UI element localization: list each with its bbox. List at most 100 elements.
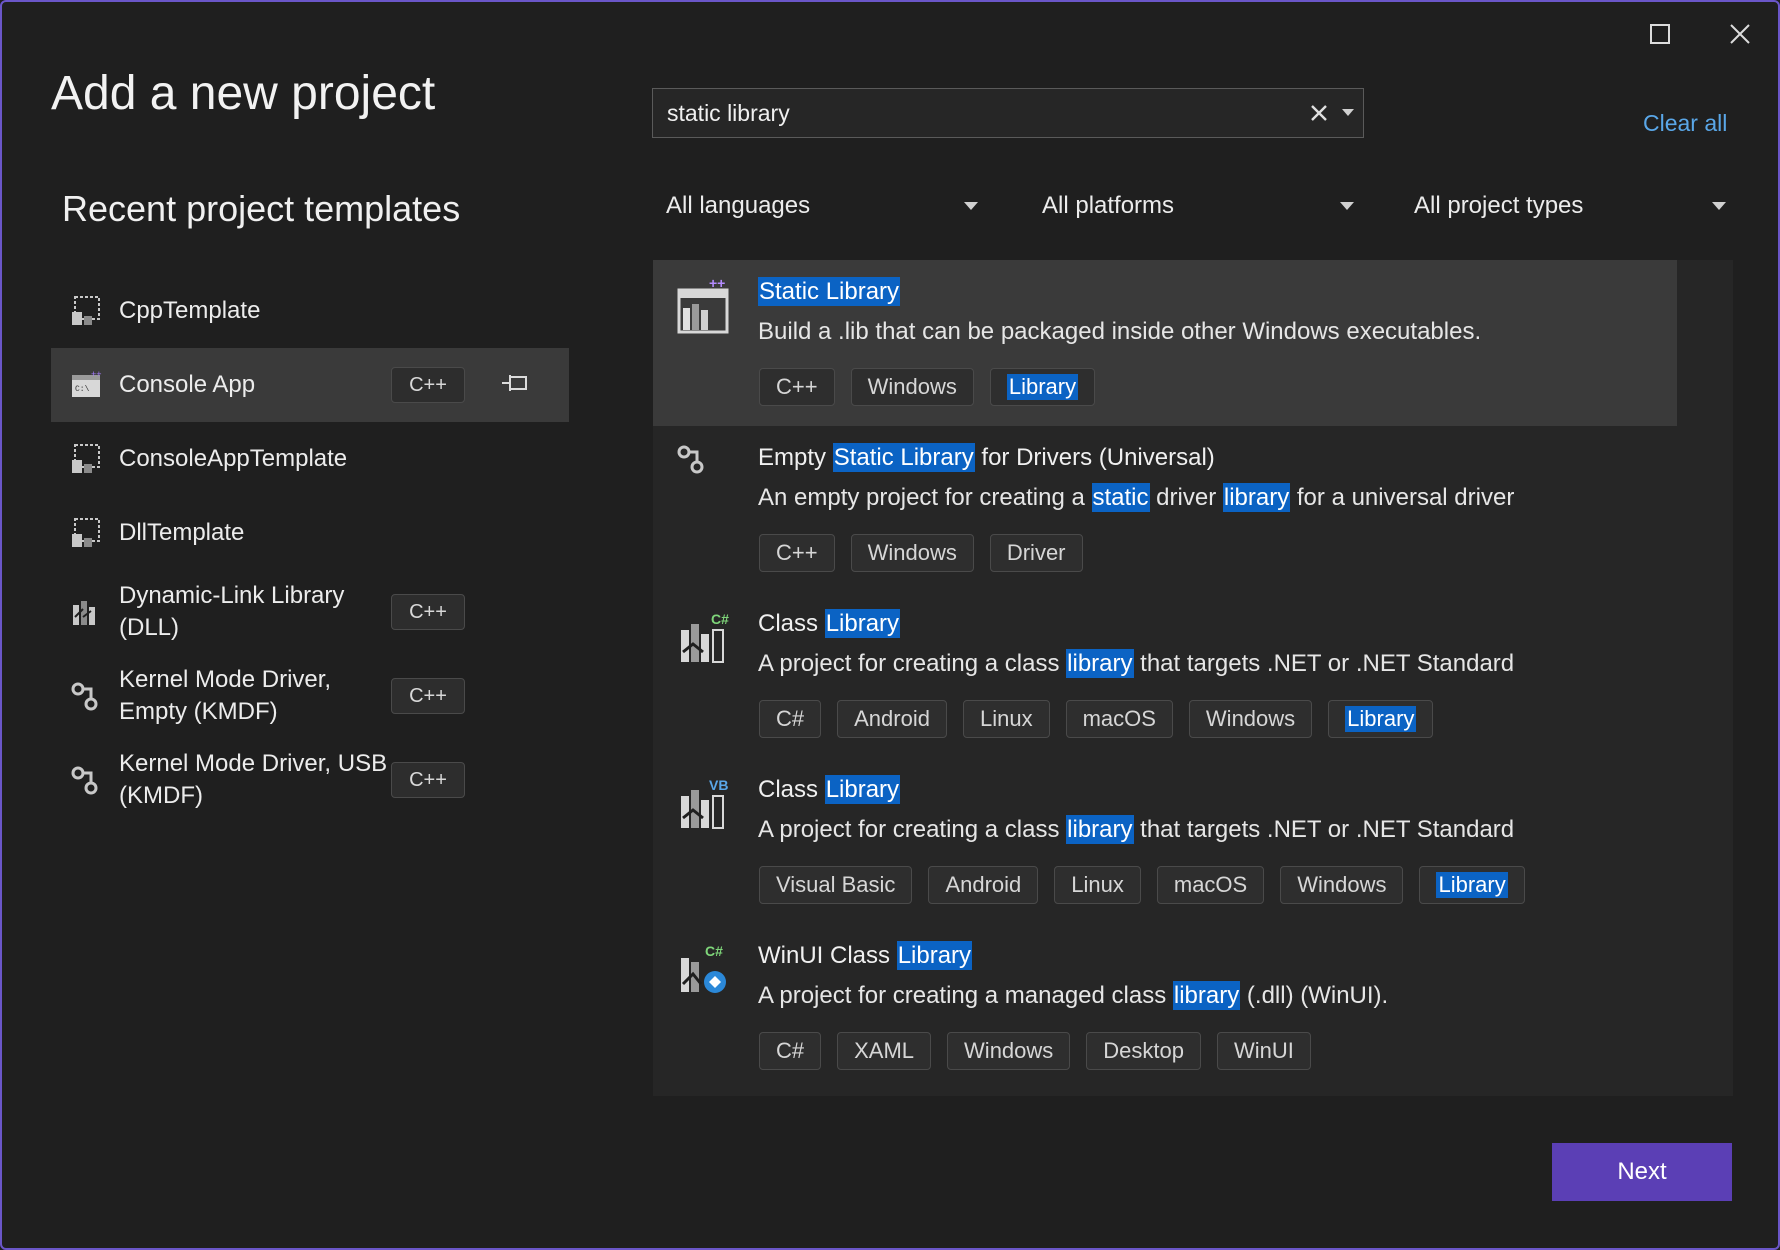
- tag-label: C++: [776, 374, 818, 399]
- driver-icon: [69, 679, 103, 713]
- dialog-window: Add a new project Recent project templat…: [0, 0, 1780, 1250]
- recent-templates-list: CppTemplate C:\ ++ Console App C++ ConsoleApp…: [51, 274, 569, 822]
- title-text: WinUI Class: [758, 942, 897, 969]
- tag-badge: macOS: [1065, 700, 1173, 738]
- tag-label: macOS: [1173, 872, 1248, 897]
- search-history-dropdown[interactable]: [1333, 99, 1363, 127]
- tag-label: Visual Basic: [776, 872, 896, 897]
- tag-badge: Visual Basic: [759, 866, 913, 904]
- template-title: Static Library: [758, 277, 901, 306]
- close-button[interactable]: [1712, 16, 1768, 52]
- tag-badge: Windows: [947, 1032, 1071, 1070]
- svg-text:++: ++: [709, 276, 725, 291]
- svg-text:VB: VB: [709, 777, 728, 793]
- results-scrollbar[interactable]: [1682, 260, 1733, 1096]
- title-text: Class: [758, 776, 825, 803]
- recent-item[interactable]: C:\ ++ Console App C++: [51, 348, 569, 422]
- template-result[interactable]: C# WinUI Class Library A project for creat…: [653, 924, 1677, 1090]
- tag-label: Windows: [964, 1038, 1054, 1063]
- close-icon: [1311, 105, 1327, 121]
- static-library-icon: ++: [675, 275, 735, 340]
- recent-item-label: Console App: [119, 371, 256, 398]
- template-tags: C# XAML Windows Desktop WinUI: [759, 1032, 1311, 1070]
- template-result[interactable]: ++ Static Library Build a .lib that can be…: [653, 260, 1677, 426]
- recent-item-label: Kernel Mode Driver, Empty (KMDF): [119, 666, 332, 725]
- search-box[interactable]: [652, 88, 1364, 138]
- vb-class-library-icon: VB: [675, 774, 735, 838]
- template-result[interactable]: VB Class Library A project for creating a …: [653, 758, 1677, 924]
- template-icon: [69, 294, 103, 328]
- tag-label: Android: [945, 872, 1022, 897]
- template-tags: C++ Windows Library: [759, 368, 1096, 406]
- recent-item[interactable]: DllTemplate: [51, 496, 549, 570]
- description-text: A project for creating a managed class: [758, 982, 1173, 1009]
- chevron-down-icon: [1712, 202, 1726, 210]
- tag-badge: Android: [837, 700, 947, 738]
- template-result[interactable]: Empty Static Library for Drivers (Univer…: [653, 426, 1677, 592]
- recent-item-label: Kernel Mode Driver, USB (KMDF): [119, 750, 388, 809]
- recent-item[interactable]: Dynamic-Link Library (DLL) C++: [51, 570, 549, 654]
- recent-item[interactable]: ConsoleAppTemplate: [51, 422, 549, 496]
- tag-badge: Desktop: [1086, 1032, 1202, 1070]
- template-icon: [69, 516, 103, 550]
- chevron-down-icon: [1342, 109, 1354, 116]
- search-match: Library: [824, 609, 901, 638]
- template-tags: C++ Windows Driver: [759, 534, 1083, 572]
- recent-item-label: CppTemplate: [119, 297, 261, 324]
- search-match: library: [1066, 649, 1134, 678]
- tag-badge: Android: [928, 866, 1039, 904]
- console-app-icon: C:\ ++: [69, 368, 103, 402]
- template-description: A project for creating a managed class l…: [758, 981, 1389, 1010]
- recent-item-label: Dynamic-Link Library (DLL): [119, 582, 345, 641]
- recent-item[interactable]: Kernel Mode Driver, USB (KMDF) C++: [51, 738, 549, 822]
- template-title: Empty Static Library for Drivers (Univer…: [758, 443, 1215, 472]
- title-text: Empty: [758, 444, 833, 471]
- tag-badge: Windows: [850, 368, 974, 406]
- platform-filter[interactable]: All platforms: [1042, 186, 1354, 226]
- tag-label: Windows: [867, 540, 957, 565]
- title-text: Class: [758, 610, 825, 637]
- tag-badge: Library: [989, 368, 1096, 406]
- project-type-filter-label: All project types: [1414, 192, 1584, 219]
- description-text: that targets .NET or .NET Standard: [1133, 650, 1515, 677]
- search-input[interactable]: [653, 98, 1305, 128]
- tag-badge: C++: [759, 368, 835, 406]
- description-text: for a universal driver: [1290, 484, 1515, 511]
- search-match: Library: [824, 775, 901, 804]
- search-match: Static Library: [832, 443, 975, 472]
- tag-label: Linux: [1071, 872, 1124, 897]
- tag-label: Library: [1345, 706, 1417, 732]
- tag-badge: Library: [1328, 700, 1434, 738]
- search-match: static: [1091, 483, 1150, 512]
- language-filter[interactable]: All languages: [666, 186, 978, 226]
- tag-badge: Library: [1419, 866, 1525, 904]
- tag-label: Linux: [979, 706, 1033, 731]
- recent-item[interactable]: CppTemplate: [51, 274, 549, 348]
- recent-item[interactable]: Kernel Mode Driver, Empty (KMDF) C++: [51, 654, 549, 738]
- project-type-filter[interactable]: All project types: [1414, 186, 1726, 226]
- template-description: Build a .lib that can be packaged inside…: [758, 318, 1481, 346]
- maximize-button[interactable]: [1632, 16, 1688, 52]
- template-result[interactable]: C# Class Library A project for creating a …: [653, 592, 1677, 758]
- tag-label: Windows: [1297, 872, 1387, 897]
- tag-label: Android: [854, 706, 930, 731]
- tag-label: XAML: [854, 1038, 915, 1063]
- results-list: ++ Static Library Build a .lib that can be…: [653, 260, 1733, 1096]
- tag-badge: C++: [759, 534, 835, 572]
- tag-badge: C#: [759, 700, 822, 738]
- next-button[interactable]: Next: [1552, 1143, 1732, 1201]
- close-icon: [1730, 24, 1750, 44]
- clear-all-link[interactable]: Clear all: [1643, 110, 1727, 137]
- pin-button[interactable]: [499, 369, 531, 401]
- clear-search-button[interactable]: [1305, 99, 1333, 127]
- tag-label: Driver: [1006, 540, 1066, 565]
- svg-text:C#: C#: [711, 611, 729, 627]
- svg-text:++: ++: [91, 369, 102, 379]
- template-tags: Visual Basic Android Linux macOS Windows Libr…: [759, 866, 1525, 904]
- page-title: Add a new project: [51, 67, 436, 120]
- description-text: A project for creating a class: [758, 650, 1067, 677]
- template-title: Class Library: [758, 609, 901, 638]
- template-icon: [69, 442, 103, 476]
- description-text: (.dll) (WinUI).: [1240, 982, 1389, 1009]
- recent-item-label: DllTemplate: [119, 519, 245, 546]
